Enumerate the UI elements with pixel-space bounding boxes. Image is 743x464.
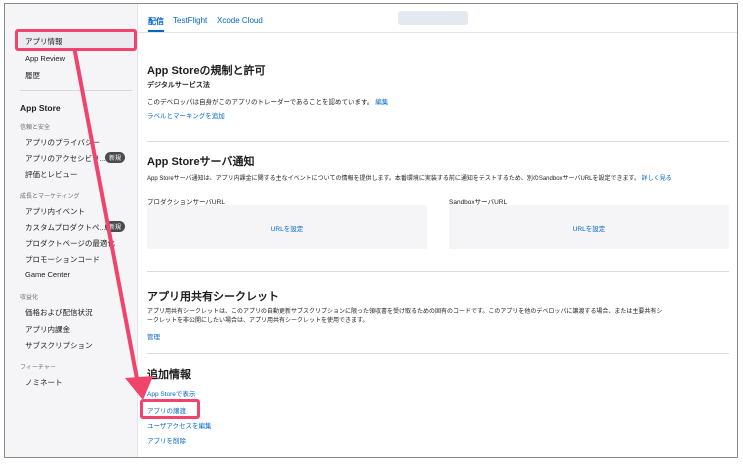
app-window: アプリ情報 App Review 履歴 App Store 信頼と安全 アプリの… — [4, 3, 738, 458]
annotation-arrow-icon — [73, 50, 153, 400]
